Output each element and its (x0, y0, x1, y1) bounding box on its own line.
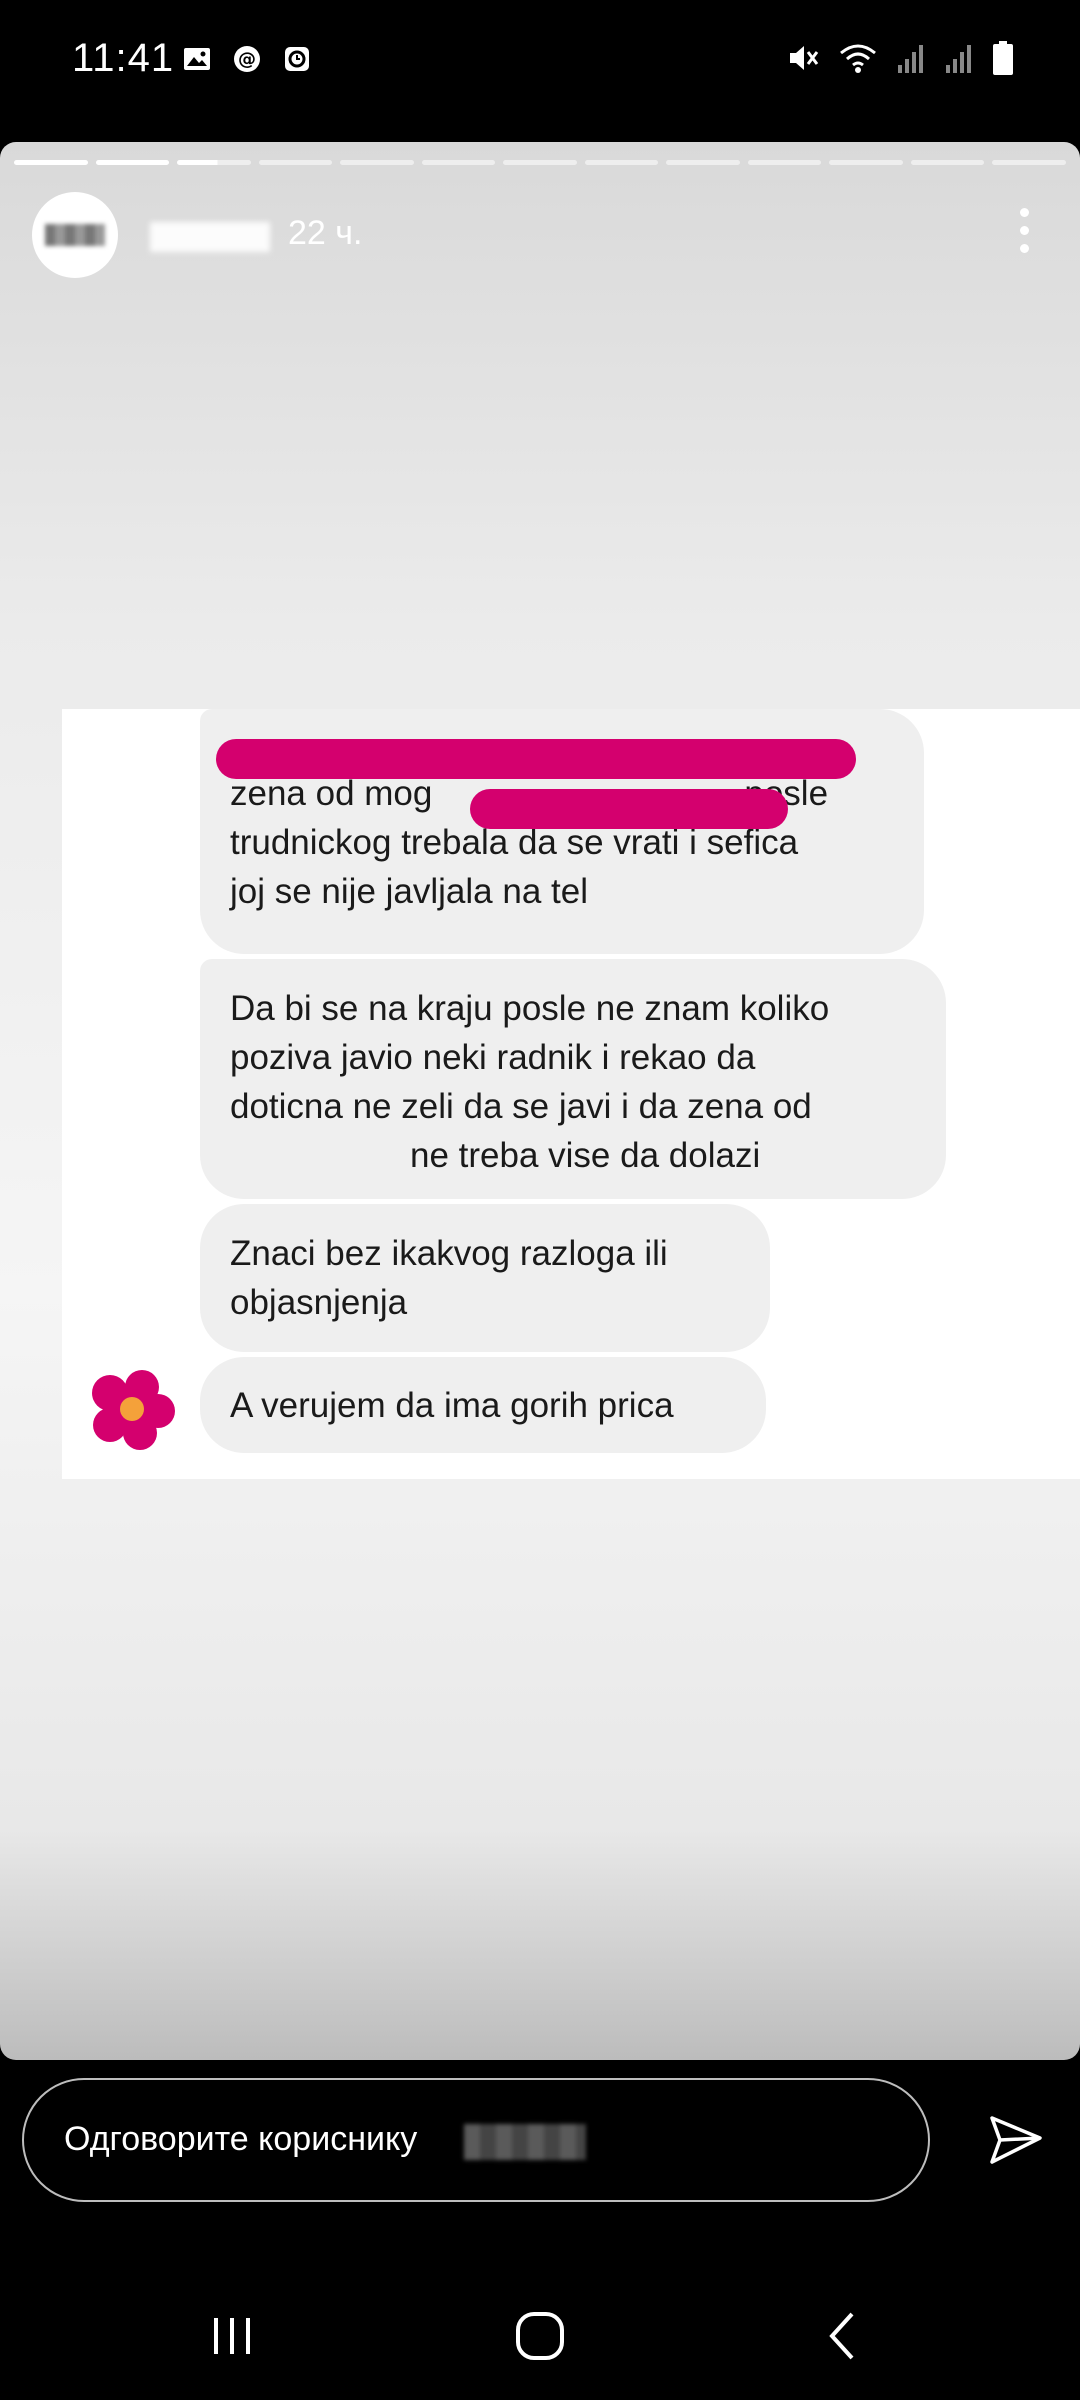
story-progress-segment (584, 160, 659, 165)
status-bar: 11:41 @ (0, 0, 1080, 130)
message-text: Znaci bez ikakvog razloga ili (230, 1234, 668, 1273)
message-text: zena od mog (230, 774, 433, 813)
username-blurred (464, 2124, 586, 2160)
system-icons (786, 40, 1014, 76)
message-text: joj se nije javljala na tel (230, 872, 588, 911)
more-options-icon[interactable] (1020, 208, 1030, 253)
message-bubble: A verujem da ima gorih prica (200, 1357, 766, 1453)
notification-icons: @ (182, 44, 312, 74)
message-text: doticna ne zeli da se javi i da zena od (230, 1087, 812, 1126)
avatar[interactable] (32, 192, 118, 278)
message-text: Da bi se na kraju posle ne znam koliko (230, 989, 830, 1028)
story-viewer[interactable]: 22 ч. zena od mog posle trudnickog trebal… (0, 142, 1080, 2060)
at-sign-icon: @ (234, 46, 260, 72)
story-progress-segment (258, 160, 333, 165)
story-progress-segment (992, 160, 1066, 165)
home-icon[interactable] (510, 2308, 570, 2364)
message-bubble: Da bi se na kraju posle ne znam koliko p… (200, 959, 946, 1199)
clock: 11:41 (72, 36, 175, 80)
redaction-mark (216, 739, 856, 779)
signal-icon (946, 45, 971, 73)
message-text: objasnjenja (230, 1283, 408, 1322)
signal-icon (898, 45, 923, 73)
story-progress-segment (95, 160, 170, 165)
story-progress-segment (666, 160, 740, 165)
send-icon[interactable] (988, 2112, 1044, 2168)
clock-app-icon (285, 47, 309, 71)
chat-screenshot: zena od mog posle trudnickog trebala da s… (62, 709, 1080, 1479)
image-icon (184, 48, 210, 70)
story-progress-segment (177, 160, 251, 165)
story-progress-segment (421, 160, 496, 165)
story-progress-segment (747, 160, 822, 165)
story-progress-segment (14, 160, 88, 165)
reply-placeholder: Одговорите кориснику (64, 2120, 418, 2158)
time-ago: 22 ч. (288, 214, 363, 252)
message-text: A verujem da ima gorih prica (230, 1386, 674, 1425)
username-blurred[interactable] (150, 222, 270, 252)
navigation-bar (0, 2268, 1080, 2400)
message-text: ne treba vise da dolazi (410, 1136, 761, 1175)
story-progress-segment (910, 160, 985, 165)
story-progress-segment (503, 160, 577, 165)
message-text: poziva javio neki radnik i rekao da (230, 1038, 756, 1077)
wifi-icon (840, 44, 876, 73)
story-progress (14, 160, 1066, 165)
message-bubble: Znaci bez ikakvog razloga ili objasnjenj… (200, 1204, 770, 1352)
story-progress-segment (340, 160, 414, 165)
battery-icon (993, 41, 1013, 75)
story-progress-segment (829, 160, 903, 165)
flower-avatar-icon (92, 1370, 175, 1450)
redaction-mark (470, 789, 788, 829)
svg-text:@: @ (238, 49, 256, 70)
recents-icon[interactable] (208, 2308, 256, 2364)
reply-input[interactable]: Одговорите кориснику (22, 2078, 930, 2202)
mute-icon (790, 46, 819, 70)
back-icon[interactable] (822, 2308, 862, 2364)
